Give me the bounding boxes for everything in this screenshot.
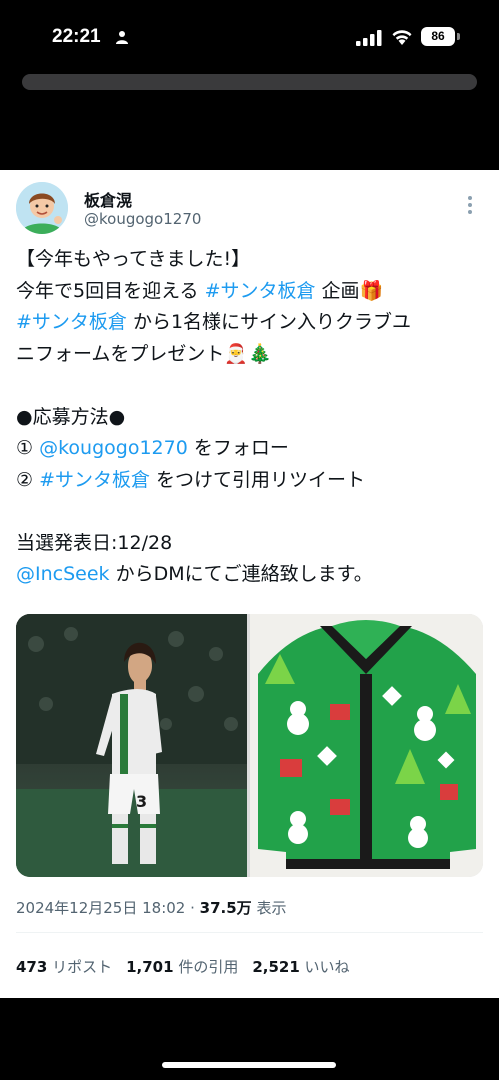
more-options-icon[interactable] [466,194,474,216]
tweet-text: 【今年もやってきました!】 今年で5回目を迎える #サンタ板倉 企画🎁 #サンタ… [16,244,486,591]
likes-label: いいね [299,958,350,976]
player-illustration: 3 [16,614,247,877]
avatar[interactable] [16,182,68,234]
tweet-media[interactable]: 3 [16,614,483,877]
text-segment: をフォロー [187,437,289,459]
wifi-icon [392,30,412,45]
text-segment: ② [16,468,40,491]
avatar-illustration [16,182,68,234]
views-count: 37.5万 [199,899,252,917]
views-label: 表示 [251,899,287,917]
hashtag-link[interactable]: #サンタ板倉 [39,469,150,491]
engagement-stats: 473 リポスト 1,701 件の引用 2,521 いいね [16,956,350,977]
timestamp-text: 2024年12月25日 18:02 · [16,899,200,917]
user-handle[interactable]: @kougogo1270 [84,210,201,228]
text-line: ニフォームをプレゼント🎅🎄 [16,342,272,365]
mention-link[interactable]: @kougogo1270 [39,437,188,459]
jersey-number: 3 [136,792,147,811]
person-icon [116,31,128,44]
display-name[interactable]: 板倉滉 [84,187,132,211]
status-bar: 22:21 86 [0,0,499,75]
battery-indicator: 86 [421,27,455,46]
quotes-stat[interactable]: 1,701 件の引用 [126,958,238,976]
text-segment: 企画🎁 [315,279,384,302]
hashtag-link[interactable]: #サンタ板倉 [16,311,127,333]
tweet-timestamp[interactable]: 2024年12月25日 18:02 · 37.5万 表示 [16,897,286,918]
quotes-label: 件の引用 [173,958,239,976]
likes-count: 2,521 [252,958,300,976]
text-segment: 今年で5回目を迎える [16,279,205,302]
text-segment: ① [16,437,40,459]
signal-icon [356,30,382,46]
sheet-background [22,74,477,90]
reposts-count: 473 [16,958,48,976]
text-segment: からDMにてご連絡致します。 [109,563,373,585]
divider [16,932,483,933]
reposts-stat[interactable]: 473 リポスト [16,958,112,976]
christmas-sweater-illustration [258,620,476,869]
quotes-count: 1,701 [126,958,174,976]
sweater-photo[interactable] [250,614,483,877]
hashtag-link[interactable]: #サンタ板倉 [205,280,316,302]
text-line: 【今年もやってきました!】 [16,248,251,270]
text-line: 当選発表日:12/28 [16,531,173,554]
home-indicator[interactable] [162,1062,336,1068]
mention-link[interactable]: @IncSeek [16,563,110,585]
text-segment: をつけて引用リツイート [150,468,366,491]
status-time: 22:21 [52,26,101,47]
tweet-card[interactable]: 板倉滉 @kougogo1270 【今年もやってきました!】 今年で5回目を迎え… [0,170,499,998]
text-segment: から1名様にサイン入りクラブユ [126,311,412,333]
likes-stat[interactable]: 2,521 いいね [252,958,349,976]
reposts-label: リポスト [47,958,113,976]
text-line: ●応募方法● [16,405,126,428]
player-photo[interactable]: 3 [16,614,247,877]
battery-tip [457,33,460,40]
